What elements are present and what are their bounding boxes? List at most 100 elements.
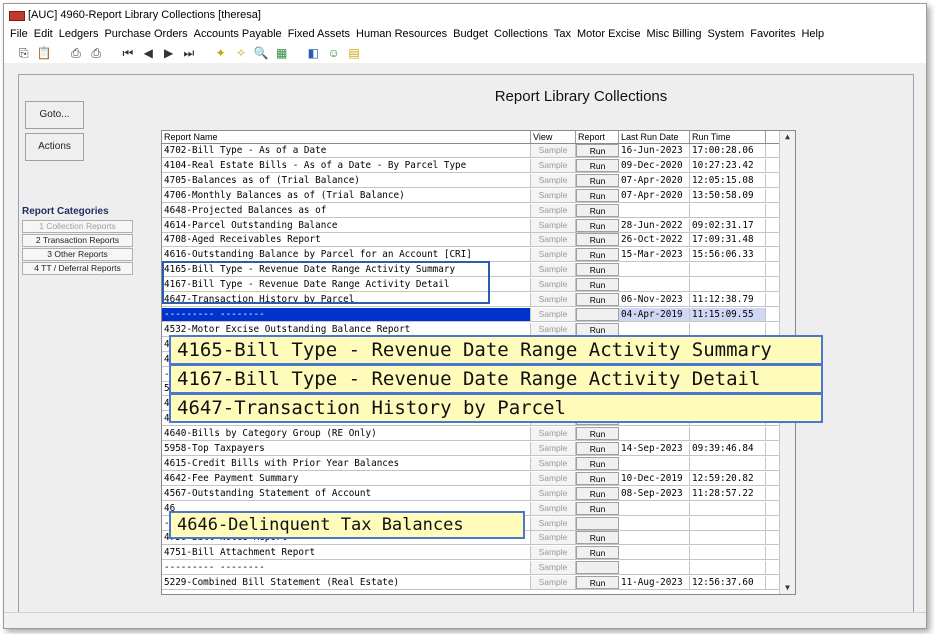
table-row[interactable]: 4702-Bill Type - As of a Date Sample Run 16… [162, 144, 779, 158]
menu-system[interactable]: System [705, 26, 748, 43]
menu-human-resources[interactable]: Human Resources [353, 26, 450, 43]
header-report-name[interactable]: Report Name [162, 131, 531, 143]
header-last-run-date[interactable]: Last Run Date [619, 131, 690, 143]
run-button[interactable]: Run [576, 248, 619, 262]
view-sample-button[interactable]: Sample [531, 442, 576, 455]
header-view[interactable]: View [531, 131, 576, 143]
run-button[interactable]: Run [576, 531, 619, 545]
add-record-icon[interactable]: ✦ [212, 43, 229, 63]
table-row[interactable]: 4614-Parcel Outstanding Balance Sample Run… [162, 218, 779, 233]
table-row[interactable]: 4615-Credit Bills with Prior Year Balanc… [162, 456, 779, 471]
table-row[interactable]: 4567-Outstanding Statement of Account Sam… [162, 486, 779, 501]
view-sample-button[interactable]: Sample [531, 144, 576, 157]
run-button[interactable]: Run [576, 233, 619, 247]
scroll-up-icon[interactable]: ▲ [782, 132, 793, 141]
view-sample-button[interactable]: Sample [531, 248, 576, 262]
spreadsheet-icon[interactable]: ▦ [273, 43, 290, 63]
menu-fixed-assets[interactable]: Fixed Assets [285, 26, 353, 43]
paste-icon[interactable]: 📋 [36, 43, 53, 63]
scroll-down-icon[interactable]: ▼ [782, 583, 793, 592]
report-name-cell[interactable]: 4702-Bill Type - As of a Date [162, 144, 531, 157]
goto-button[interactable]: Goto... [25, 101, 84, 129]
table-row[interactable]: 4705-Balances as of (Trial Balance) Sampl… [162, 173, 779, 188]
header-report[interactable]: Report [576, 131, 619, 143]
report-name-cell[interactable]: 4614-Parcel Outstanding Balance [162, 218, 531, 232]
header-run-time[interactable]: Run Time [690, 131, 766, 143]
view-sample-button[interactable]: Sample [531, 322, 576, 336]
menu-purchase-orders[interactable]: Purchase Orders [101, 26, 190, 43]
next-record-icon[interactable]: ▶ [160, 43, 177, 63]
view-sample-button[interactable]: Sample [531, 576, 576, 590]
report-name-cell[interactable]: 4104-Real Estate Bills - As of a Date - … [162, 158, 531, 172]
run-button[interactable]: Run [576, 203, 619, 217]
category-collection-reports[interactable]: 1 Collection Reports [22, 220, 133, 233]
table-row[interactable]: --------- -------- Sample 04-Apr-2019 11:15… [162, 307, 779, 322]
run-button[interactable]: Run [576, 173, 619, 187]
category-other-reports[interactable]: 3 Other Reports [22, 248, 133, 261]
view-sample-button[interactable]: Sample [531, 501, 576, 515]
menu-collections[interactable]: Collections [491, 26, 551, 43]
view-sample-button[interactable]: Sample [531, 546, 576, 560]
table-row[interactable]: 4706-Monthly Balances as of (Trial Balan… [162, 188, 779, 203]
report-name-cell[interactable]: --------- -------- [162, 307, 531, 321]
run-button[interactable]: Run [576, 218, 619, 232]
view-sample-button[interactable]: Sample [531, 173, 576, 187]
run-button[interactable]: Run [576, 278, 619, 292]
run-button[interactable] [576, 561, 619, 575]
table-row[interactable]: 4104-Real Estate Bills - As of a Date - … [162, 158, 779, 173]
view-sample-button[interactable]: Sample [531, 307, 576, 321]
first-record-icon[interactable]: ⏮ [119, 43, 136, 63]
report-name-cell[interactable]: 4706-Monthly Balances as of (Trial Balan… [162, 188, 531, 202]
view-sample-button[interactable]: Sample [531, 561, 576, 575]
run-button[interactable] [576, 307, 619, 321]
table-row[interactable]: 4708-Aged Receivables Report Sample Run 26-… [162, 233, 779, 248]
category-tt-deferral-reports[interactable]: 4 TT / Deferral Reports [22, 262, 133, 275]
run-button[interactable]: Run [576, 144, 619, 157]
run-button[interactable]: Run [576, 501, 619, 515]
report-name-cell[interactable]: 4615-Credit Bills with Prior Year Balanc… [162, 456, 531, 470]
menu-budget[interactable]: Budget [450, 26, 491, 43]
actions-button[interactable]: Actions [25, 133, 84, 161]
search-icon[interactable]: 🔍 [253, 43, 270, 63]
table-row[interactable]: 4640-Bills by Category Group (RE Only) Sa… [162, 427, 779, 442]
table-row[interactable]: 4642-Fee Payment Summary Sample Run 10-Dec-… [162, 471, 779, 486]
run-button[interactable]: Run [576, 486, 619, 500]
last-record-icon[interactable]: ⏭ [180, 43, 197, 63]
menu-favorites[interactable]: Favorites [747, 26, 798, 43]
menu-misc-billing[interactable]: Misc Billing [644, 26, 705, 43]
run-button[interactable]: Run [576, 188, 619, 202]
view-sample-button[interactable]: Sample [531, 233, 576, 247]
report-name-cell[interactable]: 4648-Projected Balances as of [162, 203, 531, 217]
menu-edit[interactable]: Edit [31, 26, 56, 43]
print-icon[interactable]: ⎙ [67, 43, 84, 63]
report-name-cell[interactable]: 4640-Bills by Category Group (RE Only) [162, 427, 531, 441]
view-sample-button[interactable]: Sample [531, 158, 576, 172]
menu-file[interactable]: File [4, 26, 31, 43]
run-button[interactable]: Run [576, 471, 619, 485]
view-sample-button[interactable]: Sample [531, 471, 576, 485]
run-button[interactable]: Run [576, 456, 619, 470]
run-button[interactable]: Run [576, 263, 619, 277]
view-sample-button[interactable]: Sample [531, 263, 576, 277]
report-name-cell[interactable]: 4705-Balances as of (Trial Balance) [162, 173, 531, 187]
reports-icon[interactable]: ▤ [346, 43, 363, 63]
table-row[interactable]: 4648-Projected Balances as of Sample Run [162, 203, 779, 218]
run-button[interactable]: Run [576, 546, 619, 560]
report-name-cell[interactable]: 4532-Motor Excise Outstanding Balance Re… [162, 322, 531, 336]
run-button[interactable]: Run [576, 293, 619, 306]
view-sample-button[interactable]: Sample [531, 293, 576, 306]
view-sample-button[interactable]: Sample [531, 456, 576, 470]
view-sample-button[interactable]: Sample [531, 188, 576, 202]
view-sample-button[interactable]: Sample [531, 427, 576, 441]
view-sample-button[interactable]: Sample [531, 218, 576, 232]
menu-accounts-payable[interactable]: Accounts Payable [191, 26, 285, 43]
copy-icon[interactable]: ⎘ [15, 43, 32, 63]
category-transaction-reports[interactable]: 2 Transaction Reports [22, 234, 133, 247]
print-preview-icon[interactable]: ⎙ [88, 43, 105, 63]
run-button[interactable]: Run [576, 322, 619, 336]
previous-record-icon[interactable]: ◀ [140, 43, 157, 63]
report-name-cell[interactable]: --------- -------- [162, 561, 531, 575]
run-button[interactable] [576, 516, 619, 530]
view-sample-button[interactable]: Sample [531, 531, 576, 545]
run-button[interactable]: Run [576, 427, 619, 441]
